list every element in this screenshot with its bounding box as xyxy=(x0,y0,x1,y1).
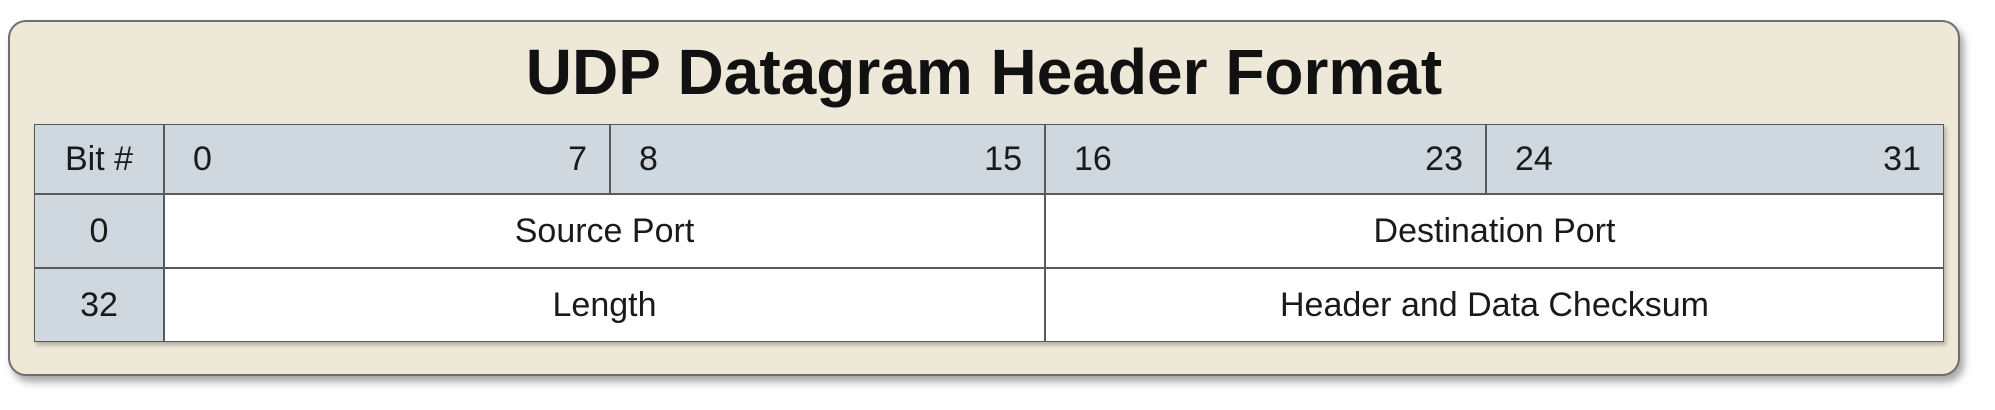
bit-group-16-23: 16 23 xyxy=(1045,124,1486,194)
row-offset-32: 32 xyxy=(34,268,164,342)
bit-start-label: 24 xyxy=(1515,139,1553,178)
bit-number-header: Bit # xyxy=(34,124,164,194)
bit-group-8-15: 8 15 xyxy=(610,124,1045,194)
bit-group-24-31: 24 31 xyxy=(1486,124,1944,194)
bit-start-label: 0 xyxy=(193,139,212,178)
diagram-panel: UDP Datagram Header Format Bit # 0 7 8 1… xyxy=(8,20,1960,376)
destination-port-field: Destination Port xyxy=(1045,194,1944,268)
diagram-title: UDP Datagram Header Format xyxy=(525,36,1443,108)
length-field: Length xyxy=(164,268,1045,342)
bit-start-label: 16 xyxy=(1074,139,1112,178)
bit-end-label: 15 xyxy=(984,139,1022,178)
bit-group-0-7: 0 7 xyxy=(164,124,610,194)
bit-end-label: 23 xyxy=(1425,139,1463,178)
header-format-table: Bit # 0 7 8 15 16 23 24 31 0 Source Port… xyxy=(34,124,1944,342)
row-offset-0: 0 xyxy=(34,194,164,268)
bit-end-label: 31 xyxy=(1883,139,1921,178)
bit-end-label: 7 xyxy=(568,139,587,178)
bit-start-label: 8 xyxy=(639,139,658,178)
checksum-field: Header and Data Checksum xyxy=(1045,268,1944,342)
source-port-field: Source Port xyxy=(164,194,1045,268)
